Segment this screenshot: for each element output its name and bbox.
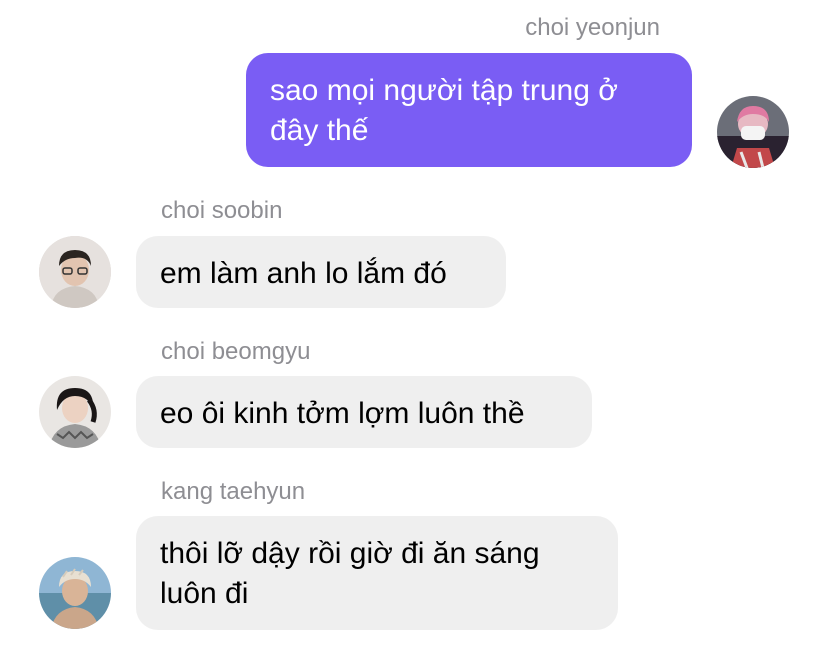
avatar-icon[interactable] [717,96,789,168]
avatar-icon[interactable] [39,376,111,448]
message-bubble[interactable]: thôi lỡ dậy rồi giờ đi ăn sáng luôn đi [136,516,618,630]
avatar-beomgyu-icon [39,376,111,448]
message-bubble[interactable]: em làm anh lo lắm đó [136,236,506,308]
avatar-icon[interactable] [39,236,111,308]
avatar-icon[interactable] [39,557,111,629]
message-bubble[interactable]: sao mọi người tập trung ở đây thế [246,53,692,167]
sender-name: choi yeonjun [525,14,660,41]
sender-name: kang taehyun [161,478,306,505]
sender-name: choi beomgyu [161,338,311,365]
avatar-soobin-icon [39,236,111,308]
avatar-taehyun-icon [39,557,111,629]
message-bubble[interactable]: eo ôi kinh tởm lợm luôn thề [136,376,592,448]
chat-thread: choi yeonjun sao mọi người tập trung ở đ… [0,0,828,649]
avatar-yeonjun-icon [717,96,789,168]
sender-name: choi soobin [161,197,283,224]
